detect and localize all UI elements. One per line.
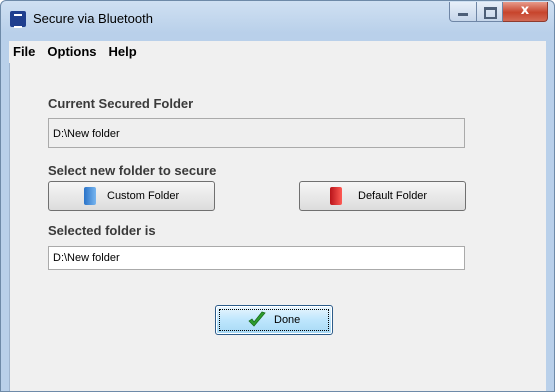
done-label: Done [274,314,301,326]
select-folder-label: Select new folder to secure [48,163,217,178]
bluetooth-app-icon [10,11,26,28]
checkmark-icon [248,311,266,327]
menu-help[interactable]: Help [103,41,143,59]
custom-folder-button[interactable]: Custom Folder [48,181,215,211]
window-title: Secure via Bluetooth [33,11,153,26]
menu-options[interactable]: Options [41,41,102,59]
selected-folder-label: Selected folder is [48,223,156,238]
close-button[interactable]: x [503,2,548,22]
maximize-button[interactable] [477,2,503,22]
default-folder-label: Default Folder [358,190,428,202]
window-controls: x [449,2,548,22]
selected-folder-field[interactable]: D:\New folder [48,246,465,270]
title-bar[interactable]: Secure via Bluetooth x [1,1,554,35]
minimize-button[interactable] [449,2,477,22]
menu-file[interactable]: File [9,41,41,59]
client-area: Current Secured Folder D:\New folder Sel… [9,63,546,391]
current-folder-field: D:\New folder [48,118,465,148]
done-button[interactable]: Done [215,305,333,335]
close-icon: x [520,3,530,18]
current-folder-label: Current Secured Folder [48,96,194,111]
menu-bar: File Options Help [9,41,546,63]
maximize-icon [484,7,497,19]
minimize-icon [458,13,468,16]
red-book-icon [330,187,342,205]
default-folder-button[interactable]: Default Folder [299,181,466,211]
app-window: Secure via Bluetooth x File Options Help C… [0,0,555,392]
blue-book-icon [84,187,96,205]
custom-folder-label: Custom Folder [107,190,180,202]
